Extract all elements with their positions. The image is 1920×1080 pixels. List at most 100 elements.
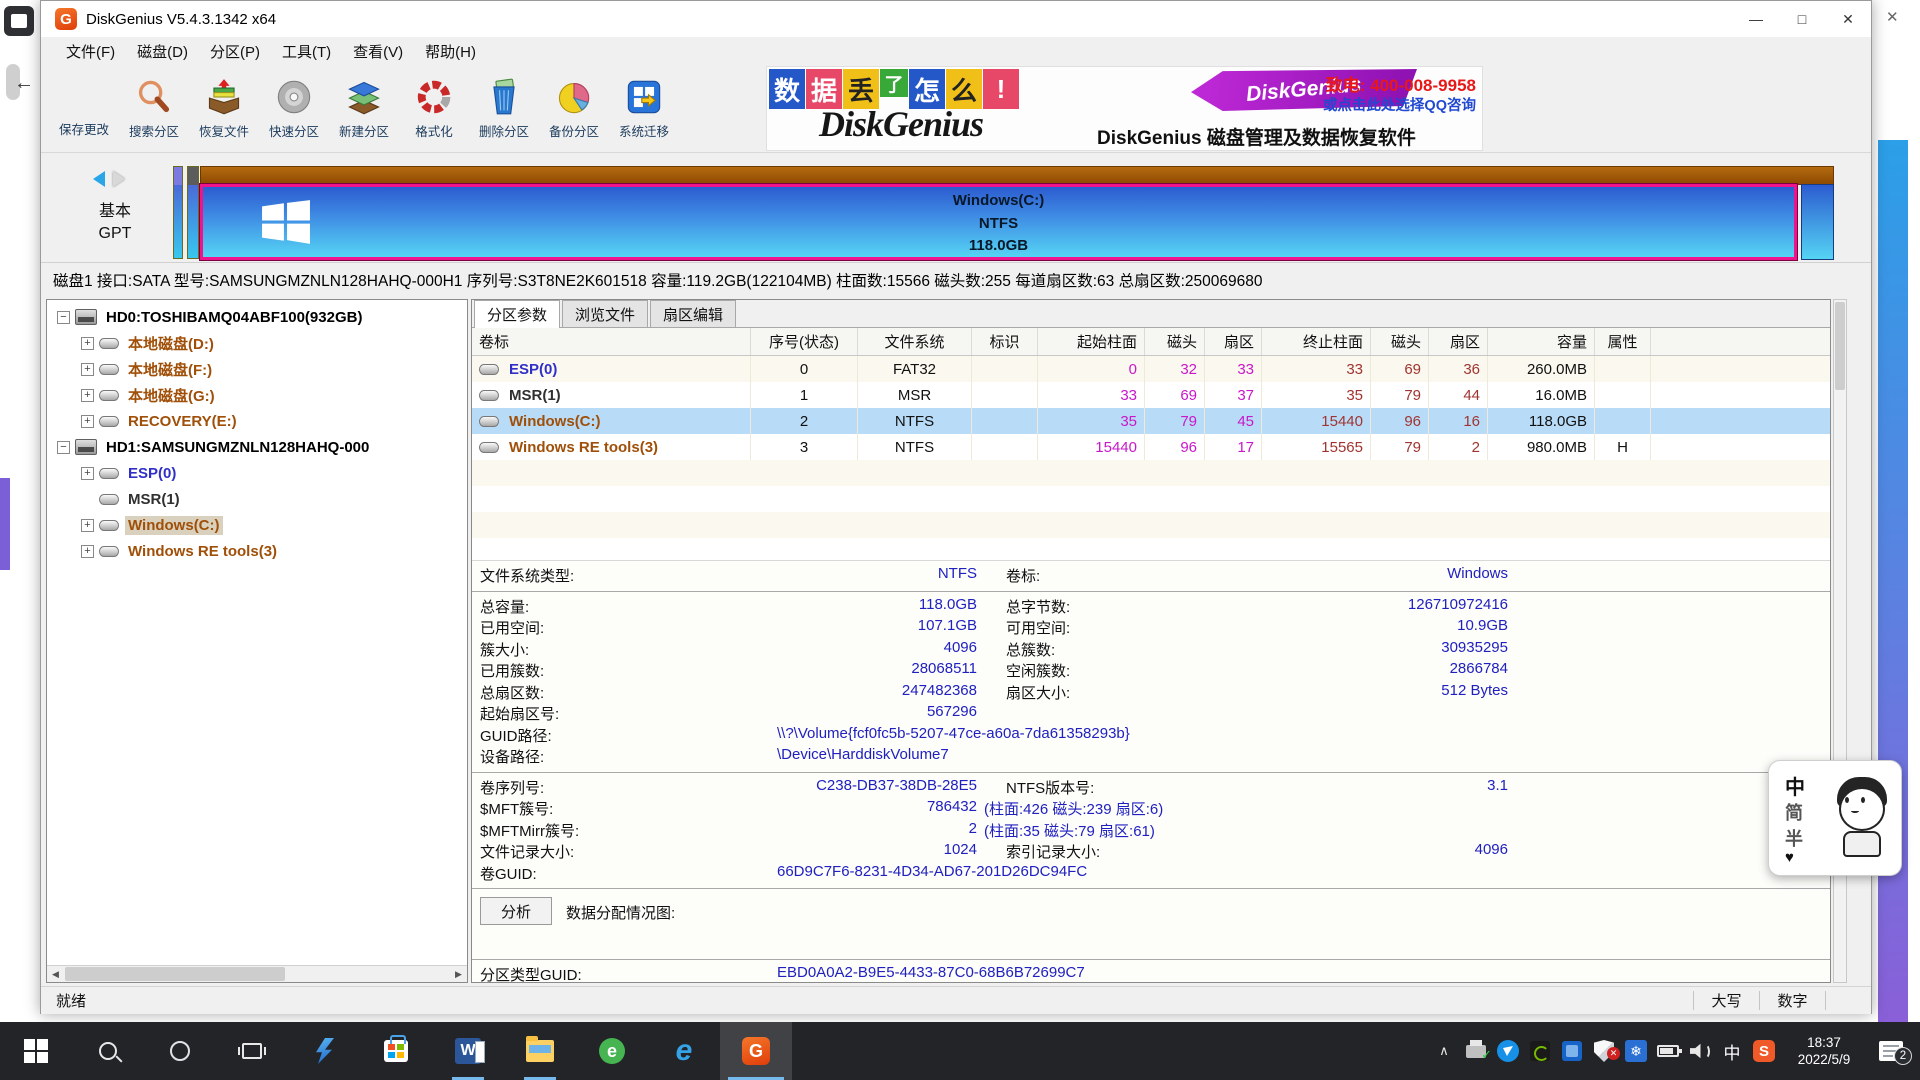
sogou-ime-widget[interactable]: 中 简 半 ♥ xyxy=(1768,760,1902,876)
scroll-right-icon[interactable] xyxy=(113,171,125,187)
menu-partition[interactable]: 分区(P) xyxy=(199,41,271,62)
cell-seq: 0 xyxy=(751,356,858,382)
taskbar-app-browser360[interactable]: e xyxy=(576,1022,648,1080)
analyze-button[interactable]: 分析 xyxy=(480,897,552,925)
tree-item-disk[interactable]: −HD0:TOSHIBAMQ04ABF100(932GB) xyxy=(47,304,467,330)
tray-printer[interactable]: ✓ xyxy=(1460,1045,1492,1058)
start-button[interactable] xyxy=(0,1022,72,1080)
tab-分区参数[interactable]: 分区参数 xyxy=(474,300,560,328)
taskbar-app-explorer[interactable] xyxy=(504,1022,576,1080)
expander-icon[interactable]: + xyxy=(81,415,94,428)
ime-mode-halfwidth[interactable]: 半 xyxy=(1785,825,1803,851)
menu-help[interactable]: 帮助(H) xyxy=(414,41,487,62)
tree-item-volume[interactable]: +本地磁盘(D:) xyxy=(47,330,467,356)
expander-icon[interactable]: − xyxy=(57,311,70,324)
tree-item-volume[interactable]: +本地磁盘(G:) xyxy=(47,382,467,408)
column-header[interactable]: 序号(状态) xyxy=(751,328,858,355)
task-view-button[interactable] xyxy=(216,1022,288,1080)
expander-icon[interactable]: + xyxy=(81,467,94,480)
tree-item-volume[interactable]: +本地磁盘(F:) xyxy=(47,356,467,382)
detail-vertical-scrollbar[interactable] xyxy=(1833,299,1847,983)
table-row[interactable]: MSR(1)1MSR33693735794416.0MB xyxy=(472,382,1830,408)
tray-defender[interactable]: ✕ xyxy=(1588,1040,1620,1062)
column-header[interactable]: 扇区 xyxy=(1429,328,1488,355)
expander-icon[interactable]: + xyxy=(81,545,94,558)
expander-icon[interactable]: + xyxy=(81,389,94,402)
expander-icon[interactable]: + xyxy=(81,519,94,532)
taskbar-app-diskgenius[interactable]: G xyxy=(720,1022,792,1080)
column-header[interactable]: 卷标 xyxy=(472,328,751,355)
taskbar-search-button[interactable] xyxy=(72,1022,144,1080)
tray-intel-graphics[interactable] xyxy=(1556,1041,1588,1061)
table-row[interactable]: Windows RE tools(3)3NTFS1544096171556579… xyxy=(472,434,1830,460)
recover-files-button[interactable]: 恢复文件 xyxy=(189,69,259,149)
scrollbar-thumb[interactable] xyxy=(1835,302,1845,390)
minimize-button[interactable]: — xyxy=(1733,1,1779,37)
scrollbar-thumb[interactable] xyxy=(65,967,285,981)
quick-partition-button[interactable]: 快速分区 xyxy=(259,69,329,149)
scroll-right-icon[interactable]: ▶ xyxy=(450,966,467,982)
cortana-button[interactable] xyxy=(144,1022,216,1080)
system-migration-button[interactable]: 系统迁移 xyxy=(609,69,679,149)
partition-block-msr[interactable] xyxy=(187,166,199,259)
table-row[interactable]: ESP(0)0FAT3203233336936260.0MB xyxy=(472,356,1830,382)
tree-horizontal-scrollbar[interactable]: ◀ ▶ xyxy=(47,965,467,982)
expander-icon[interactable]: − xyxy=(57,441,70,454)
table-row[interactable]: Windows(C:)2NTFS357945154409616118.0GB xyxy=(472,408,1830,434)
partition-block-windows-c[interactable]: Windows(C:) NTFS 118.0GB xyxy=(200,184,1797,260)
column-header[interactable]: 磁头 xyxy=(1145,328,1205,355)
partition-block-re-tools[interactable] xyxy=(1801,184,1834,260)
menu-view[interactable]: 查看(V) xyxy=(342,41,414,62)
save-changes-button[interactable]: 保存更改 xyxy=(49,69,119,149)
menu-file[interactable]: 文件(F) xyxy=(55,41,126,62)
tray-power[interactable] xyxy=(1652,1045,1684,1057)
tray-messenger[interactable] xyxy=(1492,1040,1524,1062)
tray-nvidia[interactable] xyxy=(1524,1041,1556,1061)
taskbar-app-store[interactable] xyxy=(360,1022,432,1080)
taskbar-clock[interactable]: 18:37 2022/5/9 xyxy=(1780,1034,1868,1068)
column-header[interactable]: 标识 xyxy=(972,328,1038,355)
tab-浏览文件[interactable]: 浏览文件 xyxy=(562,300,648,327)
tree-item-volume[interactable]: +ESP(0) xyxy=(47,460,467,486)
column-header[interactable]: 磁头 xyxy=(1371,328,1429,355)
backup-partition-button[interactable]: 备份分区 xyxy=(539,69,609,149)
column-header[interactable]: 终止柱面 xyxy=(1262,328,1371,355)
tab-扇区编辑[interactable]: 扇区编辑 xyxy=(650,300,736,327)
ime-mode-simplified[interactable]: 简 xyxy=(1785,799,1803,825)
scroll-left-icon[interactable] xyxy=(93,171,105,187)
menu-disk[interactable]: 磁盘(D) xyxy=(126,41,199,62)
taskbar-app-flash[interactable] xyxy=(288,1022,360,1080)
menu-tools[interactable]: 工具(T) xyxy=(271,41,342,62)
taskbar-app-word[interactable]: W xyxy=(432,1022,504,1080)
new-partition-button[interactable]: 新建分区 xyxy=(329,69,399,149)
ime-mode-chinese[interactable]: 中 xyxy=(1785,771,1805,800)
expander-icon[interactable]: + xyxy=(81,337,94,350)
tray-snowflake-app[interactable]: ❄ xyxy=(1620,1040,1652,1062)
tree-item-volume[interactable]: +Windows RE tools(3) xyxy=(47,538,467,564)
maximize-button[interactable]: □ xyxy=(1779,1,1825,37)
tray-sogou[interactable]: S xyxy=(1748,1040,1780,1062)
tree-item-volume[interactable]: +Windows(C:) xyxy=(47,512,467,538)
column-header[interactable]: 扇区 xyxy=(1205,328,1262,355)
search-partition-button[interactable]: 搜索分区 xyxy=(119,69,189,149)
expander-icon[interactable]: + xyxy=(81,363,94,376)
close-button[interactable]: ✕ xyxy=(1825,1,1871,37)
column-header[interactable]: 文件系统 xyxy=(858,328,972,355)
tray-chevron-button[interactable]: ∧ xyxy=(1428,1043,1460,1059)
action-center-button[interactable]: 2 xyxy=(1868,1041,1914,1061)
partition-block-esp[interactable] xyxy=(173,166,183,259)
tray-volume[interactable] xyxy=(1684,1043,1716,1059)
column-header[interactable]: 容量 xyxy=(1488,328,1595,355)
delete-partition-button[interactable]: 删除分区 xyxy=(469,69,539,149)
format-button[interactable]: 格式化 xyxy=(399,69,469,149)
tray-ime-indicator[interactable]: 中 xyxy=(1716,1039,1748,1064)
tree-item-disk[interactable]: −HD1:SAMSUNGMZNLN128HAHQ-000 xyxy=(47,434,467,460)
ad-qq-link[interactable]: 或点击此处选择QQ咨询 xyxy=(1323,94,1476,115)
taskbar-app-edge[interactable]: e xyxy=(648,1022,720,1080)
tree-item-volume[interactable]: +MSR(1) xyxy=(47,486,467,512)
column-header[interactable]: 起始柱面 xyxy=(1038,328,1145,355)
banner-ad[interactable]: 数据丢了怎么! DiskGenius DiskGenius 致电: 400-00… xyxy=(766,66,1483,151)
scroll-left-icon[interactable]: ◀ xyxy=(47,966,64,982)
tree-item-volume[interactable]: +RECOVERY(E:) xyxy=(47,408,467,434)
column-header[interactable]: 属性 xyxy=(1595,328,1651,355)
